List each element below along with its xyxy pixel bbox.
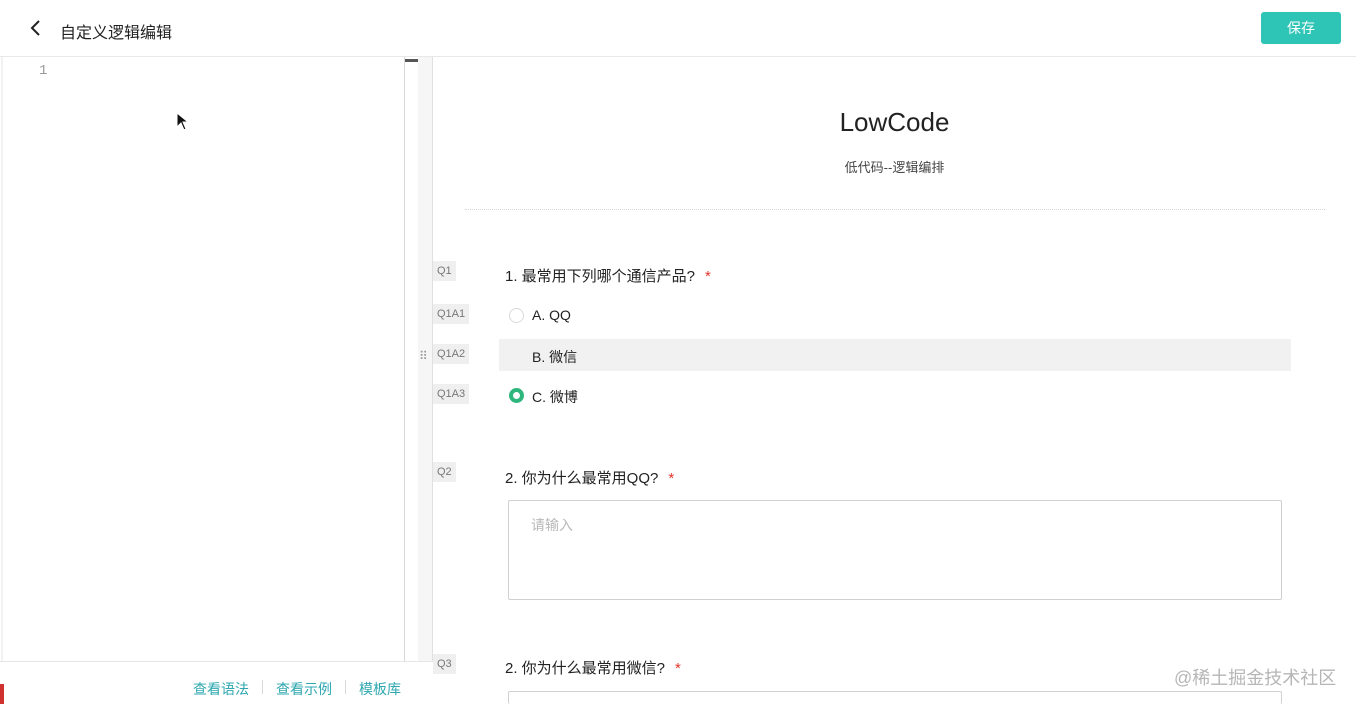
title-divider <box>465 209 1325 210</box>
question-text: 2. 你为什么最常用微信? <box>505 660 666 677</box>
footer-divider <box>345 680 346 694</box>
question-tag: Q3 <box>433 654 456 674</box>
question-title: 2. 你为什么最常用微信? * <box>505 657 681 678</box>
code-editor[interactable]: 1 查看语法 查看示例 模板库 <box>0 57 433 704</box>
question-text: 2. 你为什么最常用QQ? <box>505 470 659 487</box>
question-title: 2. 你为什么最常用QQ? * <box>505 467 674 488</box>
required-mark: * <box>668 470 675 487</box>
radio-button[interactable] <box>509 308 524 323</box>
option-tag: Q1A1 <box>433 304 470 324</box>
back-arrow-icon[interactable] <box>26 17 48 39</box>
splitter-strip[interactable] <box>418 57 432 704</box>
question-tag: Q1 <box>433 261 456 281</box>
top-bar: 自定义逻辑编辑 保存 <box>0 0 1356 57</box>
view-syntax-link[interactable]: 查看语法 <box>193 679 249 699</box>
radio-option[interactable]: C. 微博 <box>499 379 1291 411</box>
question-tag: Q2 <box>433 462 456 482</box>
option-tag: Q1A2 <box>433 344 470 364</box>
question-title: 1. 最常用下列哪个通信产品? * <box>505 265 711 286</box>
drag-handle-icon[interactable]: ⠿ <box>419 349 428 363</box>
red-edge-mark <box>0 684 4 704</box>
view-example-link[interactable]: 查看示例 <box>276 679 332 699</box>
radio-option[interactable]: B. 微信 <box>499 339 1291 371</box>
option-tag: Q1A3 <box>433 384 470 404</box>
required-mark: * <box>705 268 711 285</box>
editor-footer: 查看语法 查看示例 模板库 <box>0 661 433 704</box>
save-button[interactable]: 保存 <box>1261 12 1341 44</box>
mouse-pointer-icon <box>176 111 190 132</box>
line-number: 1 <box>39 63 48 79</box>
template-library-link[interactable]: 模板库 <box>359 679 401 699</box>
required-mark: * <box>675 660 681 677</box>
watermark: @稀土掘金技术社区 <box>1174 668 1337 688</box>
option-label: C. 微博 <box>532 389 578 405</box>
textarea-placeholder: 请输入 <box>531 517 573 533</box>
scrollbar-thumb[interactable] <box>405 59 418 62</box>
form-title: LowCode <box>839 107 950 137</box>
question-text: 1. 最常用下列哪个通信产品? <box>505 268 696 285</box>
answer-textarea[interactable]: 请输入 <box>508 500 1282 600</box>
radio-option[interactable]: A. QQ <box>499 299 1291 331</box>
page-title: 自定义逻辑编辑 <box>60 25 173 42</box>
form-subtitle: 低代码--逻辑编排 <box>844 160 945 175</box>
option-label: B. 微信 <box>532 349 578 365</box>
radio-button-checked[interactable] <box>509 388 524 403</box>
footer-divider <box>262 680 263 694</box>
answer-textarea[interactable] <box>508 691 1282 704</box>
option-label: A. QQ <box>532 307 571 323</box>
editor-gutter-edge <box>1 57 3 661</box>
editor-scrollbar[interactable] <box>404 57 418 661</box>
form-preview: LowCode 低代码--逻辑编排 ⠿ Q1 1. 最常用下列哪个通信产品? * … <box>419 57 1356 704</box>
